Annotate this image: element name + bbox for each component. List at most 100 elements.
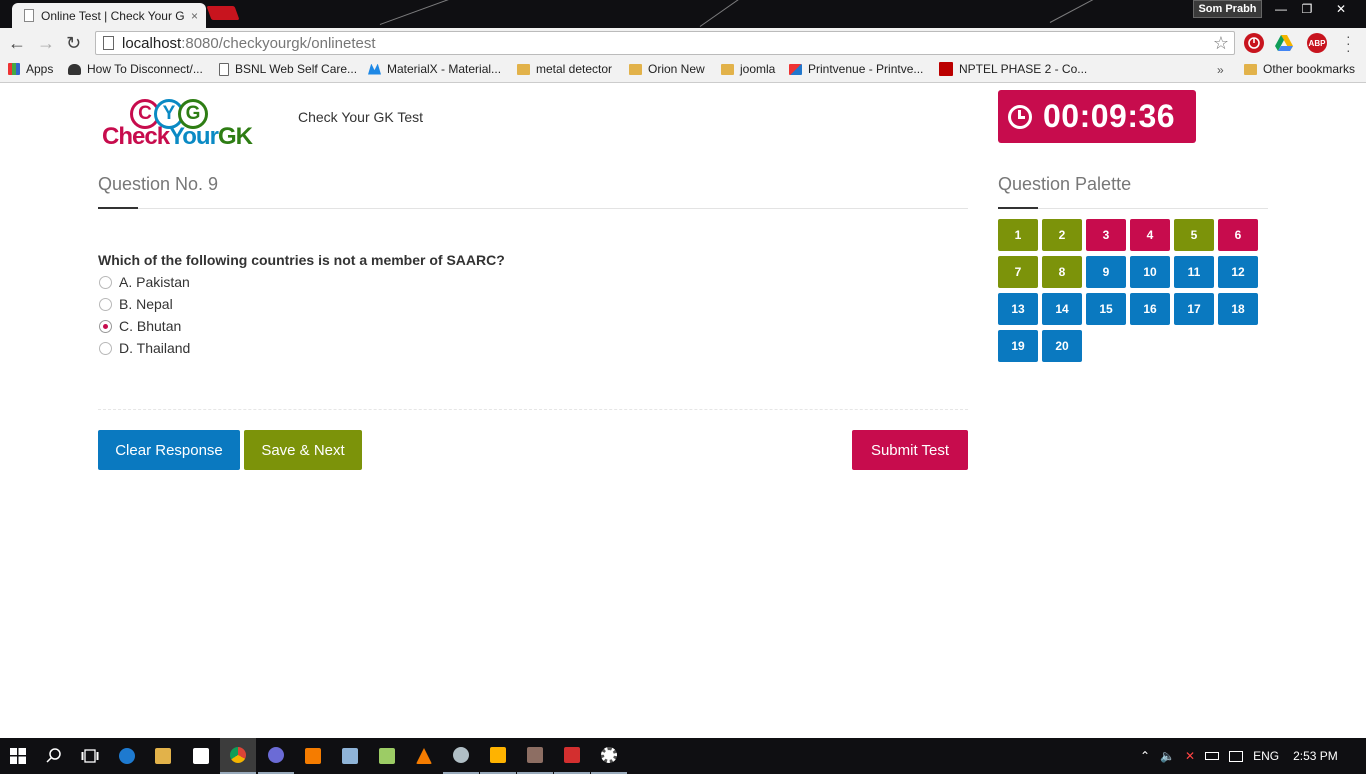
palette-question-2[interactable]: 2 [1042,219,1082,251]
palette-divider [998,208,1268,209]
volume-icon[interactable]: 🔈 [1160,749,1175,763]
option-a[interactable]: A. Pakistan [98,271,190,293]
question-text: Which of the following countries is not … [98,252,505,268]
palette-question-15[interactable]: 15 [1086,293,1126,325]
network-icon[interactable]: ✕ [1185,749,1195,763]
palette-question-6[interactable]: 6 [1218,219,1258,251]
profile-button[interactable]: Som Prabh [1193,0,1262,18]
site-logo[interactable]: C Y G CheckYourGK [100,96,260,152]
palette-question-11[interactable]: 11 [1174,256,1214,288]
palette-question-10[interactable]: 10 [1130,256,1170,288]
palette-question-1[interactable]: 1 [998,219,1038,251]
url-path: :8080/checkyourgk/onlinetest [181,34,376,52]
restore-button[interactable]: ❐ [1294,0,1320,18]
stop-icon[interactable] [1244,33,1264,53]
radio-button[interactable] [99,297,112,311]
vlc-icon[interactable] [406,738,442,774]
minimize-button[interactable]: — [1268,0,1294,18]
option-b[interactable]: B. Nepal [98,293,190,315]
palette-question-8[interactable]: 8 [1042,256,1082,288]
tray-chevron-icon[interactable]: ⌃ [1140,749,1150,763]
bookmark-folder[interactable]: Orion New [629,62,705,76]
store-icon[interactable] [183,738,219,774]
palette-question-5[interactable]: 5 [1174,219,1214,251]
clock[interactable]: 2:53 PM [1293,749,1338,763]
printvenue-icon [789,63,802,75]
palette-question-20[interactable]: 20 [1042,330,1082,362]
bookmark-label: metal detector [536,62,613,76]
palette-question-14[interactable]: 14 [1042,293,1082,325]
bookmark-star-icon[interactable]: ☆ [1213,33,1229,54]
bookmark-item[interactable]: How To Disconnect/... [68,62,203,76]
logo-word-gk: GK [217,123,253,150]
folder-icon [1244,63,1257,75]
palette-question-18[interactable]: 18 [1218,293,1258,325]
bookmark-label: joomla [740,62,776,76]
language-indicator[interactable]: ENG [1253,749,1279,763]
more-bookmarks-chevron[interactable]: » [1217,63,1224,77]
palette-question-19[interactable]: 19 [998,330,1038,362]
materialx-icon [368,63,381,75]
palette-question-13[interactable]: 13 [998,293,1038,325]
radio-button-checked[interactable] [99,319,112,333]
palette-question-16[interactable]: 16 [1130,293,1170,325]
edge-icon[interactable] [109,738,145,774]
xampp-icon[interactable] [295,738,331,774]
palette-question-17[interactable]: 17 [1174,293,1214,325]
pdf-reader-icon[interactable] [554,738,590,774]
bookmark-folder[interactable]: joomla [721,62,775,76]
bookmark-item[interactable]: BSNL Web Self Care... [219,62,357,76]
page-icon [219,62,229,76]
save-next-button[interactable]: Save & Next [244,430,362,470]
start-button[interactable] [0,738,36,774]
action-center-icon[interactable] [1229,750,1244,762]
radio-button[interactable] [99,341,112,355]
bookmark-item[interactable]: NPTEL PHASE 2 - Co... [939,62,1087,76]
file-explorer-icon[interactable] [145,738,181,774]
battery-icon[interactable] [1205,752,1220,760]
phone-icon [68,63,81,75]
palette-question-3[interactable]: 3 [1086,219,1126,251]
bookmark-folder[interactable]: metal detector [517,62,612,76]
close-window-button[interactable]: ✕ [1326,0,1356,18]
browser-menu-icon[interactable]: · · · [1346,29,1351,57]
palette-question-4[interactable]: 4 [1130,219,1170,251]
back-button[interactable]: ← [8,33,26,53]
palette-question-9[interactable]: 9 [1086,256,1126,288]
notepad-icon[interactable] [332,738,368,774]
bookmark-item[interactable]: MaterialX - Material... [368,62,501,76]
radio-button[interactable] [99,275,112,289]
page-content: C Y G CheckYourGK Check Your GK Test 00:… [0,84,1366,738]
address-bar[interactable]: localhost:8080/checkyourgk/onlinetest ☆ [95,31,1235,55]
app-icon[interactable] [258,738,294,774]
option-c[interactable]: C. Bhutan [98,315,190,337]
browser-tab[interactable]: Online Test | Check Your G × [12,3,206,28]
heading-divider [98,208,968,209]
search-icon[interactable] [36,738,72,774]
new-tab-button[interactable] [206,6,240,20]
drive-icon[interactable] [1274,33,1294,53]
palette-question-7[interactable]: 7 [998,256,1038,288]
clear-response-button[interactable]: Clear Response [98,430,240,470]
question-number-heading: Question No. 9 [98,174,219,194]
settings-gear-icon[interactable] [591,738,627,774]
app-window-icon[interactable] [517,738,553,774]
tab-close-icon[interactable]: × [191,9,198,23]
option-d[interactable]: D. Thailand [98,337,190,359]
bookmark-item[interactable]: Printvenue - Printve... [789,62,923,76]
media-player-icon[interactable] [480,738,516,774]
bookmark-apps[interactable]: Apps [8,62,53,76]
abp-icon[interactable]: ABP [1307,33,1327,53]
other-bookmarks-folder[interactable]: Other bookmarks [1244,62,1355,76]
bookmark-label: Apps [26,62,54,76]
logo-wordmark: CheckYourGK [102,123,253,151]
paint-icon[interactable] [443,738,479,774]
forward-button[interactable]: → [37,33,55,53]
submit-test-button[interactable]: Submit Test [852,430,968,470]
task-view-icon[interactable] [72,738,108,774]
reload-button[interactable]: ↻ [66,33,81,53]
notepadpp-icon[interactable] [369,738,405,774]
heading-accent [98,207,138,209]
palette-question-12[interactable]: 12 [1218,256,1258,288]
chrome-icon[interactable] [220,738,256,774]
